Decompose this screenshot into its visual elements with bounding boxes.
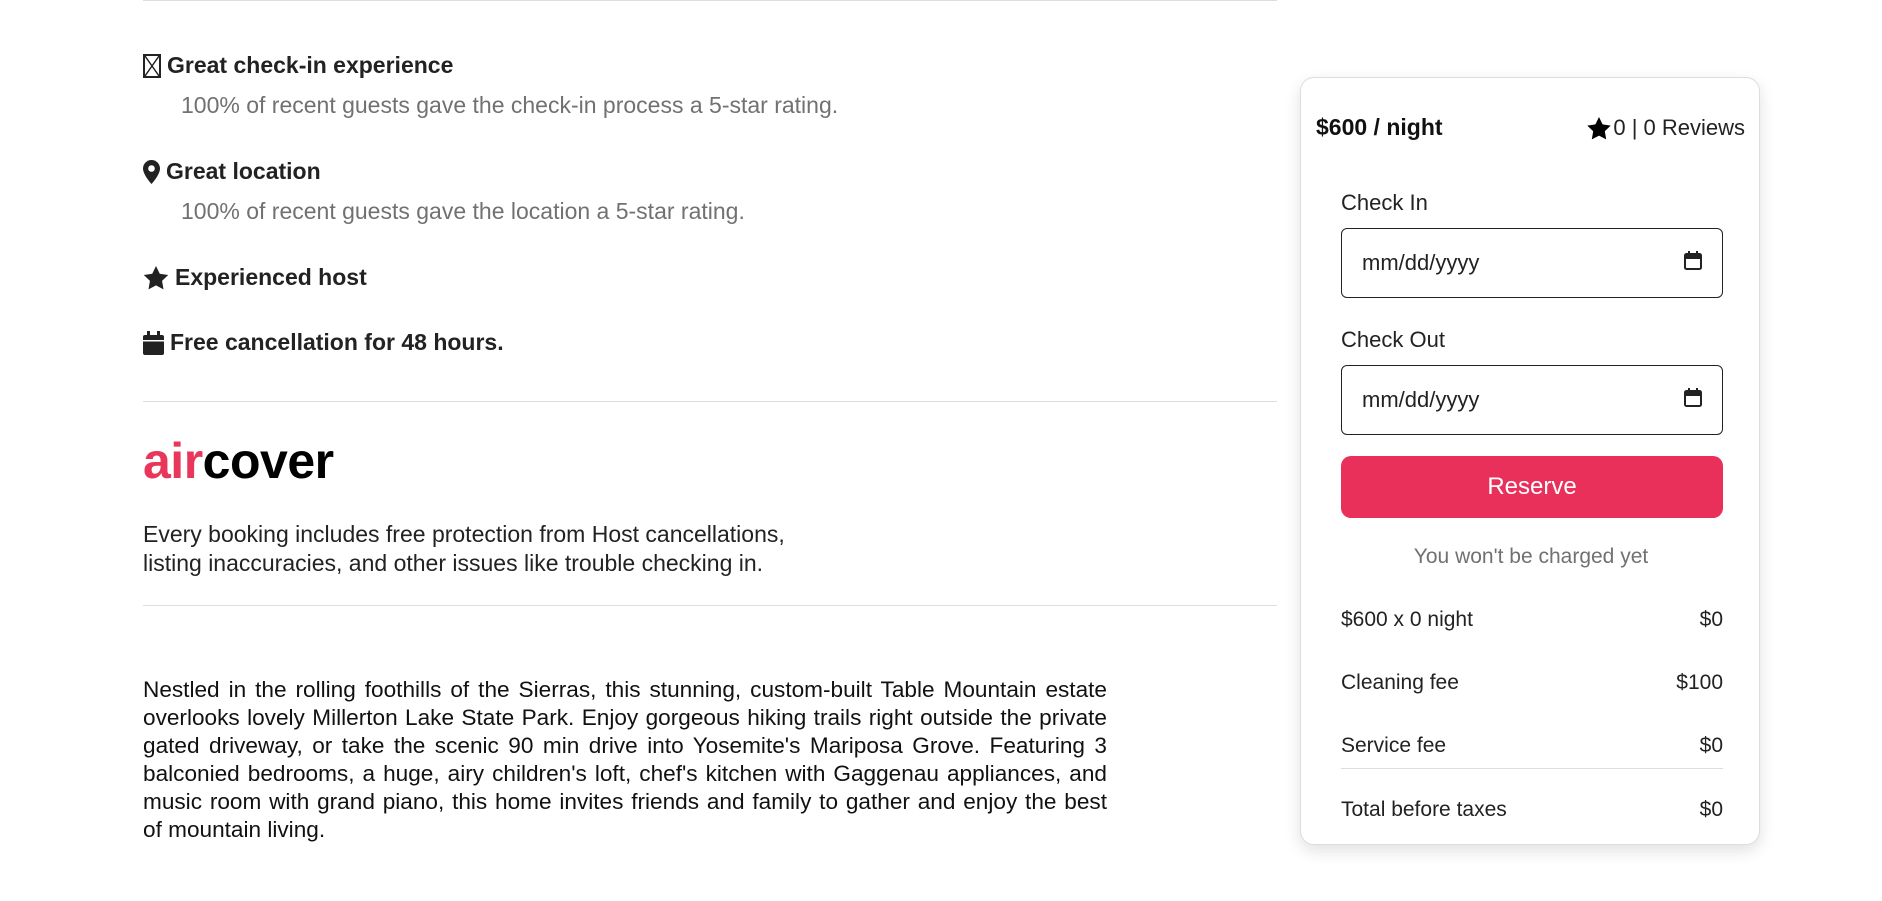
- feature-checkin: Great check-in experience 100% of recent…: [143, 52, 838, 119]
- map-pin-icon: [143, 159, 160, 184]
- line-amount: $0: [1699, 608, 1723, 631]
- rating-summary[interactable]: 0 | 0 Reviews: [1587, 115, 1745, 141]
- no-charge-note: You won't be charged yet: [1413, 545, 1649, 568]
- check-in-input[interactable]: mm/dd/yyyy: [1341, 228, 1723, 298]
- line-label: Service fee: [1341, 734, 1447, 757]
- aircover-line-1: Every booking includes free protection f…: [143, 521, 785, 547]
- section-divider: [143, 401, 1277, 402]
- calendar-icon[interactable]: [1684, 387, 1702, 413]
- line-label: Cleaning fee: [1341, 671, 1459, 694]
- check-out-placeholder: mm/dd/yyyy: [1362, 387, 1480, 412]
- feature-title: Great location: [166, 158, 321, 184]
- top-divider: [143, 0, 1277, 1]
- calendar-icon: [143, 330, 164, 355]
- line-amount: $0: [1699, 734, 1723, 757]
- star-icon: [1587, 116, 1612, 140]
- line-amount: $100: [1676, 671, 1723, 694]
- total-label: Total before taxes: [1341, 798, 1507, 821]
- star-icon: [143, 265, 169, 290]
- calendar-icon[interactable]: [1684, 250, 1702, 276]
- feature-title: Experienced host: [175, 264, 367, 290]
- aircover-cover: cover: [202, 433, 334, 489]
- aircover-line-2: listing inaccuracies, and other issues l…: [143, 550, 764, 576]
- feature-title: Great check-in experience: [167, 52, 454, 78]
- total-amount: $0: [1699, 798, 1723, 821]
- price-line-service: Service fee $0: [1341, 734, 1723, 758]
- listing-description: Nestled in the rolling foothills of the …: [143, 677, 1107, 842]
- section-divider: [143, 605, 1277, 606]
- price-line-nights: $600 x 0 night $0: [1341, 608, 1723, 632]
- aircover-description: Every booking includes free protection f…: [143, 520, 863, 578]
- door-icon: [143, 53, 161, 78]
- feature-location: Great location 100% of recent guests gav…: [143, 158, 745, 225]
- price-line-cleaning: Cleaning fee $100: [1341, 671, 1723, 695]
- aircover-logo: aircover: [143, 432, 334, 490]
- booking-card: $600 / night 0 | 0 Reviews Check In mm/d…: [1300, 77, 1760, 845]
- price-total: Total before taxes $0: [1341, 798, 1723, 822]
- feature-description: 100% of recent guests gave the check-in …: [181, 92, 839, 118]
- reserve-button[interactable]: Reserve: [1341, 456, 1723, 518]
- rating-text: 0 | 0 Reviews: [1613, 115, 1745, 140]
- feature-description: 100% of recent guests gave the location …: [181, 198, 745, 224]
- check-out-input[interactable]: mm/dd/yyyy: [1341, 365, 1723, 435]
- aircover-air: air: [143, 433, 203, 489]
- nightly-price: $600 / night: [1316, 114, 1443, 140]
- feature-cancellation: Free cancellation for 48 hours.: [143, 329, 504, 356]
- line-label: $600 x 0 night: [1341, 608, 1473, 631]
- total-divider: [1341, 768, 1723, 769]
- check-in-placeholder: mm/dd/yyyy: [1362, 250, 1480, 275]
- check-out-label: Check Out: [1341, 327, 1445, 352]
- check-in-label: Check In: [1341, 190, 1428, 215]
- feature-title: Free cancellation for 48 hours.: [170, 329, 504, 355]
- feature-host: Experienced host: [143, 264, 367, 291]
